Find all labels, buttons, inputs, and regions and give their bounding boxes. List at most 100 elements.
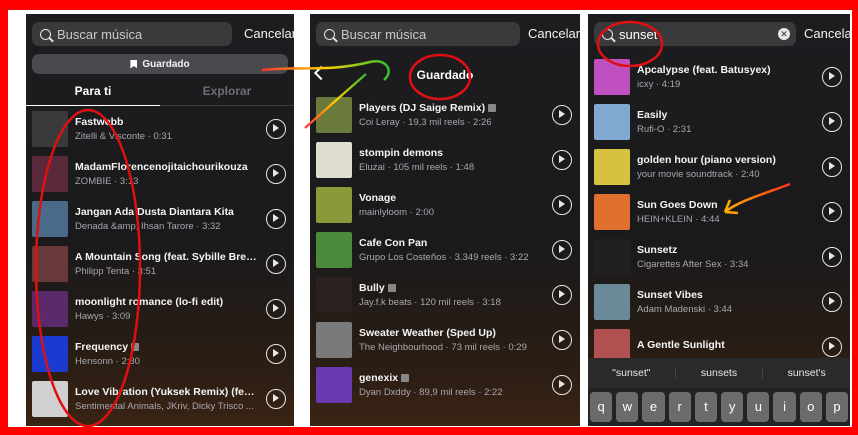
track-subtitle: icxy · 4:19 — [637, 78, 681, 90]
track-title: genexix — [359, 372, 546, 384]
play-icon[interactable] — [266, 298, 286, 319]
track-row[interactable]: Vonage mainlyloom · 2:00 — [310, 182, 580, 227]
key-o[interactable]: o — [799, 392, 822, 422]
track-row[interactable]: stompin demons Eluzai · 105 mil reels · 1… — [310, 137, 580, 182]
play-icon[interactable] — [552, 374, 572, 395]
track-meta: Jangan Ada Dusta Diantara Kita Denada &am… — [75, 206, 260, 232]
track-subtitle: Cigarettes After Sex · 3:34 — [637, 258, 749, 270]
track-meta: Cafe Con Pan Grupo Los Costeños · 3.349 r… — [359, 237, 546, 263]
play-icon[interactable] — [822, 111, 842, 132]
suggestion-2[interactable]: sunsets — [674, 367, 763, 379]
track-row[interactable]: Jangan Ada Dusta Diantara Kita Denada &am… — [26, 196, 294, 241]
album-art — [32, 245, 68, 282]
track-title: Sunsetz — [637, 243, 678, 256]
play-icon[interactable] — [822, 201, 842, 222]
key-i[interactable]: i — [773, 392, 796, 422]
track-row[interactable]: Love Vibration (Yuksek Remix) (feat. Nic… — [26, 376, 294, 421]
play-icon[interactable] — [552, 149, 572, 170]
suggestion-3[interactable]: sunset's — [762, 367, 850, 379]
play-icon[interactable] — [822, 291, 842, 312]
search-input[interactable]: Buscar música — [316, 22, 520, 46]
play-icon[interactable] — [266, 253, 286, 274]
track-row[interactable]: Sweater Weather (Sped Up) The Neighbourho… — [310, 317, 580, 362]
track-title: Bully — [359, 282, 546, 294]
track-subtitle: your movie soundtrack · 2:40 — [637, 168, 760, 180]
clear-icon[interactable]: ✕ — [778, 28, 790, 40]
suggestion-1[interactable]: "sunset" — [588, 367, 675, 379]
track-row[interactable]: MadamFlorencenojitaichourikouza ZOMBIE · … — [26, 151, 294, 196]
play-icon[interactable] — [552, 194, 572, 215]
play-icon[interactable] — [266, 208, 286, 229]
track-row[interactable]: moonlight romance (lo-fi edit) Hawys · 3:… — [26, 286, 294, 331]
track-subtitle: HEIN+KLEIN · 4:44 — [637, 213, 720, 225]
track-row[interactable]: Sunset Vibes Adam Madenski · 3:44 — [588, 279, 850, 324]
key-u[interactable]: u — [747, 392, 770, 422]
track-row[interactable]: Fastwebb Zitelli & Visconte · 0:31 — [26, 106, 294, 151]
track-title: Players (DJ Saige Remix) — [359, 102, 546, 114]
panel-search-results: sunset ✕ Cancelar Apcalypse (feat. Batus… — [588, 14, 850, 426]
play-icon[interactable] — [266, 118, 286, 139]
key-t[interactable]: t — [694, 392, 718, 422]
album-art — [32, 380, 68, 417]
play-icon[interactable] — [552, 329, 572, 350]
play-icon[interactable] — [266, 163, 286, 184]
track-row[interactable]: Bully Jay.f.k beats · 120 mil reels · 3:1… — [310, 272, 580, 317]
play-icon[interactable] — [822, 156, 842, 177]
saved-button[interactable]: Guardado — [32, 54, 288, 74]
track-meta: Players (DJ Saige Remix) Coi Leray · 19,3… — [359, 102, 546, 128]
track-row[interactable]: genexix Dyan Dxddy · 89,9 mil reels · 2:2… — [310, 362, 580, 407]
play-icon[interactable] — [552, 284, 572, 305]
cancel-button[interactable]: Cancelar — [528, 26, 580, 41]
track-meta: Frequency Hensonn · 2:30 — [75, 341, 260, 367]
play-icon[interactable] — [822, 336, 842, 357]
track-row[interactable]: Cafe Con Pan Grupo Los Costeños · 3.349 r… — [310, 227, 580, 272]
album-art — [594, 103, 630, 140]
play-icon[interactable] — [822, 246, 842, 267]
explicit-icon — [387, 283, 396, 292]
track-title: A Gentle Sunlight — [637, 339, 725, 351]
track-meta: stompin demons Eluzai · 105 mil reels · 1… — [359, 147, 546, 173]
track-title: golden hour (piano version) — [637, 153, 776, 166]
key-r[interactable]: r — [668, 392, 691, 422]
results-list: Apcalypse (feat. Batusyex) icxy · 4:19 Eas… — [588, 54, 850, 369]
track-meta: moonlight romance (lo-fi edit) Hawys · 3:… — [75, 296, 260, 322]
play-icon[interactable] — [552, 104, 572, 125]
cancel-button[interactable]: Cancelar — [804, 26, 850, 41]
search-input[interactable]: Buscar música — [32, 22, 232, 46]
track-subtitle: Jay.f.k beats · 120 mil reels · 3:18 — [359, 296, 501, 308]
track-row[interactable]: Players (DJ Saige Remix) Coi Leray · 19,3… — [310, 92, 580, 137]
track-row[interactable]: Sunsetz Cigarettes After Sex · 3:34 — [588, 234, 850, 279]
key-w[interactable]: w — [616, 392, 639, 422]
track-row[interactable]: Apcalypse (feat. Batusyex) icxy · 4:19 — [588, 54, 850, 99]
key-p[interactable]: p — [825, 392, 849, 422]
tab-explore[interactable]: Explorar — [160, 80, 294, 106]
track-row[interactable]: Sun Goes Down HEIN+KLEIN · 4:44 — [588, 189, 850, 234]
saved-track-list: Players (DJ Saige Remix) Coi Leray · 19,3… — [310, 92, 580, 407]
track-subtitle: Denada &amp; Ihsan Tarore · 3:32 — [75, 220, 221, 232]
track-row[interactable]: A Mountain Song (feat. Sybille Breuer, D… — [26, 241, 294, 286]
track-meta: Fastwebb Zitelli & Visconte · 0:31 — [75, 116, 260, 142]
track-subtitle: Zitelli & Visconte · 0:31 — [75, 130, 172, 142]
track-row[interactable]: golden hour (piano version) your movie so… — [588, 144, 850, 189]
key-q[interactable]: q — [590, 392, 613, 422]
play-icon[interactable] — [266, 388, 286, 409]
track-subtitle: Hawys · 3:09 — [75, 310, 131, 322]
track-meta: Love Vibration (Yuksek Remix) (feat. Nic… — [75, 386, 260, 412]
play-icon[interactable] — [552, 239, 572, 260]
album-art — [316, 321, 352, 358]
tab-for-you[interactable]: Para ti — [26, 80, 160, 106]
track-meta: Easily Rufi-O · 2:31 — [637, 109, 816, 135]
play-icon[interactable] — [822, 66, 842, 87]
search-input[interactable]: sunset ✕ — [594, 22, 796, 46]
track-title: Vonage — [359, 191, 397, 204]
album-art — [316, 96, 352, 133]
play-icon[interactable] — [266, 343, 286, 364]
track-subtitle: Hensonn · 2:30 — [75, 355, 140, 367]
album-art — [316, 231, 352, 268]
key-e[interactable]: e — [642, 392, 665, 422]
cancel-button[interactable]: Cancelar — [244, 26, 294, 41]
track-meta: Sunset Vibes Adam Madenski · 3:44 — [637, 289, 816, 315]
track-row[interactable]: Easily Rufi-O · 2:31 — [588, 99, 850, 144]
key-y[interactable]: y — [721, 392, 744, 422]
track-row[interactable]: Frequency Hensonn · 2:30 — [26, 331, 294, 376]
